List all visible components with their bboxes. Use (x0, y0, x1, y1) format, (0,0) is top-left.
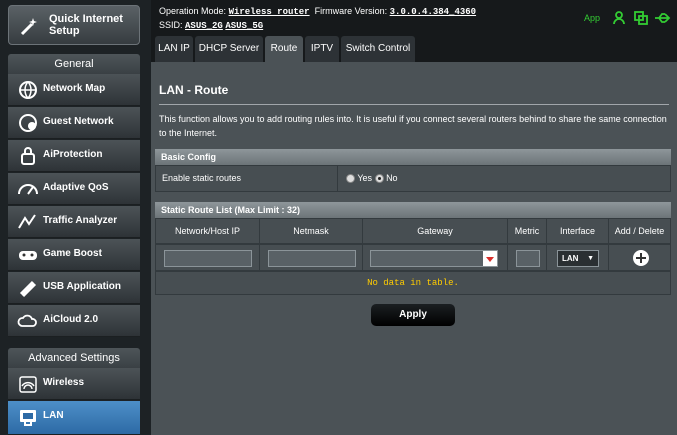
sidebar-item-label: Adaptive QoS (43, 182, 109, 193)
firmware-link[interactable]: 3.0.0.4.384_4360 (390, 7, 476, 17)
yes-label: Yes (357, 173, 373, 183)
operation-mode-link[interactable]: Wireless router (229, 7, 310, 17)
gateway-input[interactable] (370, 250, 498, 267)
guest-network-icon (19, 114, 37, 132)
sidebar-item-adaptive-qos[interactable]: Adaptive QoS (8, 173, 140, 205)
column-header: Interface (547, 219, 609, 243)
top-status-bar: Operation Mode: Wireless router Firmware… (151, 0, 677, 34)
advanced-settings-header: Advanced Settings (8, 348, 140, 368)
basic-config-header: Basic Config (155, 149, 671, 165)
sidebar-item-label: Game Boost (43, 248, 102, 259)
column-header-row: Network/Host IP Netmask Gateway Metric I… (155, 218, 671, 244)
gamepad-icon (19, 251, 37, 260)
sidebar-item-label: AiCloud 2.0 (43, 314, 99, 325)
firmware-label: Firmware Version: (314, 6, 388, 16)
sidebar-item-label: Network Map (43, 83, 106, 94)
tab-iptv[interactable]: IPTV (305, 36, 339, 62)
sidebar-item-game-boost[interactable]: Game Boost (8, 239, 140, 271)
sidebar-item-traffic-analyzer[interactable]: Traffic Analyzer (8, 206, 140, 238)
chevron-down-icon (486, 257, 494, 262)
network-host-ip-input[interactable] (164, 250, 252, 267)
sidebar-item-aicloud[interactable]: AiCloud 2.0 (8, 305, 140, 337)
copy-icon[interactable] (634, 11, 648, 25)
new-route-entry-row: LAN ▼ (155, 244, 671, 271)
add-route-button[interactable] (632, 249, 650, 267)
ssid-2g-link[interactable]: ASUS_2G (185, 21, 223, 31)
sidebar-item-label: Guest Network (43, 116, 114, 127)
static-route-list-header: Static Route List (Max Limit : 32) (155, 202, 671, 218)
operation-mode-line: Operation Mode: Wireless router Firmware… (159, 6, 476, 17)
sidebar-item-guest-network[interactable]: Guest Network (8, 107, 140, 139)
main-content: LAN - Route This function allows you to … (151, 62, 677, 435)
traffic-icon (18, 214, 36, 229)
tab-switch-control[interactable]: Switch Control (341, 36, 415, 62)
enable-static-routes-label: Enable static routes (156, 166, 338, 191)
tab-lan-ip[interactable]: LAN IP (155, 36, 193, 62)
sidebar-item-label: AiProtection (43, 149, 103, 160)
netmask-input[interactable] (268, 250, 356, 267)
sidebar-item-usb-application[interactable]: USB Application (8, 272, 140, 304)
page-description: This function allows you to add routing … (159, 114, 667, 138)
sidebar-item-label: Wireless (43, 377, 85, 388)
app-link[interactable]: App (584, 13, 600, 23)
page-title: LAN - Route (159, 83, 229, 97)
chevron-down-icon: ▼ (587, 255, 594, 262)
wand-icon (20, 18, 37, 36)
globe-icon (19, 81, 37, 99)
static-routes-options: Yes No (346, 173, 398, 184)
no-data-message: No data in table. (155, 271, 671, 295)
status-icons (613, 11, 671, 25)
user-icon[interactable] (613, 11, 625, 25)
no-label: No (386, 173, 398, 183)
enable-static-routes-row: Enable static routes Yes No (155, 165, 671, 192)
sidebar-item-aiprotection[interactable]: AiProtection (8, 140, 140, 172)
operation-mode-label: Operation Mode: (159, 6, 227, 16)
usb-icon[interactable] (655, 13, 671, 23)
column-header: Gateway (363, 219, 508, 243)
divider (159, 104, 669, 105)
metric-input[interactable] (516, 250, 540, 267)
yes-radio[interactable] (346, 174, 355, 184)
sidebar-item-network-map[interactable]: Network Map (8, 74, 140, 106)
tab-dhcp-server[interactable]: DHCP Server (195, 36, 263, 62)
wifi-icon (19, 376, 37, 393)
lock-icon (21, 147, 35, 165)
column-header: Netmask (260, 219, 363, 243)
interface-value: LAN (562, 254, 579, 263)
column-header: Metric (508, 219, 547, 243)
tab-route[interactable]: Route (265, 36, 303, 62)
general-header: General (8, 54, 140, 74)
sidebar-item-wireless[interactable]: Wireless (8, 368, 140, 400)
apply-button[interactable]: Apply (371, 304, 455, 326)
column-header: Network/Host IP (156, 219, 260, 243)
quick-internet-setup-label: Quick Internet Setup (49, 13, 123, 37)
sidebar-item-label: Traffic Analyzer (43, 215, 118, 226)
sidebar-item-label: LAN (43, 410, 64, 421)
ssid-label: SSID: (159, 20, 183, 30)
sidebar: Quick Internet Setup General Network Map… (0, 0, 151, 435)
lan-icon (20, 410, 36, 426)
speedometer-icon (18, 184, 38, 195)
gateway-dropdown-button[interactable] (483, 251, 497, 266)
sidebar-item-lan[interactable]: LAN (8, 401, 140, 435)
interface-select[interactable]: LAN ▼ (557, 250, 599, 267)
cloud-icon (17, 314, 37, 327)
ssid-5g-link[interactable]: ASUS_5G (225, 21, 263, 31)
ssid-line: SSID: ASUS_2G ASUS_5G (159, 20, 263, 31)
column-header: Add / Delete (614, 226, 665, 236)
sidebar-item-label: USB Application (43, 281, 121, 292)
puzzle-icon (19, 280, 37, 298)
quick-internet-setup-button[interactable]: Quick Internet Setup (8, 5, 140, 45)
no-radio[interactable] (374, 174, 384, 184)
